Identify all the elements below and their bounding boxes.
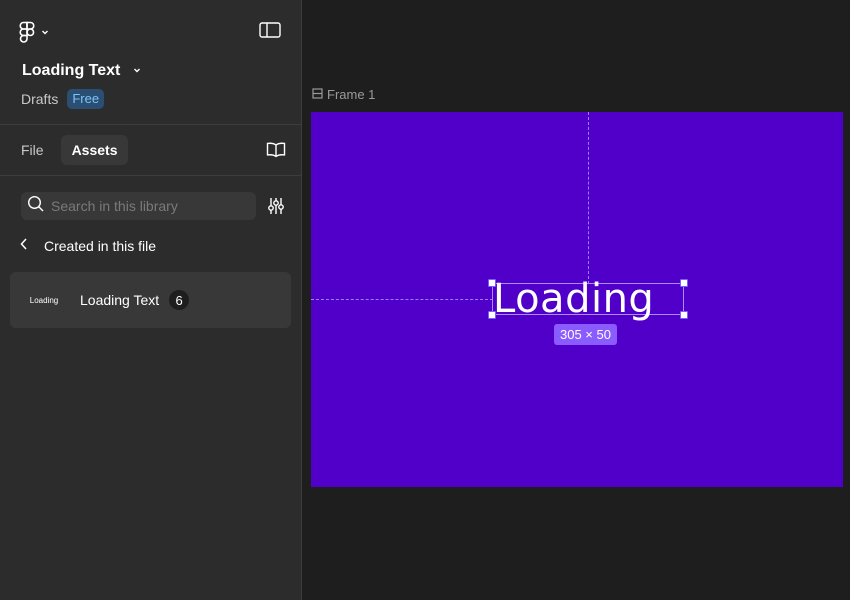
chevron-down-icon — [40, 27, 50, 37]
resize-handle-bottom-right[interactable] — [680, 311, 688, 319]
drafts-link[interactable]: Drafts — [21, 91, 58, 107]
frame-label[interactable]: Frame 1 — [312, 85, 375, 103]
frame-label-text: Frame 1 — [327, 86, 376, 102]
chevron-down-icon — [132, 62, 142, 80]
search-input[interactable] — [51, 198, 251, 214]
back-button[interactable]: Created in this file — [18, 235, 156, 257]
sidebar-tabs: File Assets — [10, 135, 129, 165]
component-list-item[interactable]: Loading Loading Text 6 — [10, 272, 291, 328]
search-icon — [27, 195, 45, 218]
canvas[interactable]: Frame 1 Loading 305 × 50 — [302, 0, 850, 600]
chevron-left-icon — [18, 237, 30, 256]
alignment-guide-vertical — [588, 112, 589, 284]
resize-handle-bottom-left[interactable] — [488, 311, 496, 319]
selected-text-layer[interactable]: Loading — [492, 277, 684, 321]
search-box — [21, 192, 256, 220]
figma-logo-icon — [18, 21, 36, 43]
tab-assets[interactable]: Assets — [60, 135, 129, 165]
file-title: Loading Text — [22, 62, 121, 79]
loading-text: Loading — [493, 276, 655, 322]
file-title-button[interactable]: Loading Text — [22, 58, 142, 84]
filter-settings-icon[interactable] — [266, 196, 286, 216]
component-thumbnail: Loading — [29, 295, 59, 305]
frame-1[interactable]: Loading 305 × 50 — [311, 112, 843, 487]
divider — [0, 124, 301, 125]
left-sidebar: Loading Text Drafts Free File Assets Cre… — [0, 0, 302, 600]
variant-count-badge: 6 — [169, 290, 190, 310]
main-menu-button[interactable] — [18, 18, 62, 46]
toggle-sidebar-icon[interactable] — [258, 20, 284, 42]
resize-handle-top-right[interactable] — [680, 279, 688, 287]
alignment-guide-horizontal — [311, 299, 493, 300]
divider — [0, 175, 301, 176]
dimensions-badge: 305 × 50 — [554, 324, 617, 345]
component-name: Loading Text — [80, 292, 160, 308]
file-meta: Drafts Free — [21, 88, 105, 110]
book-icon[interactable] — [265, 140, 287, 160]
sidebar-topbar — [0, 0, 301, 60]
resize-handle-top-left[interactable] — [488, 279, 496, 287]
plan-badge[interactable]: Free — [67, 89, 105, 109]
back-row-label: Created in this file — [44, 238, 157, 254]
frame-icon — [312, 87, 323, 102]
tab-file[interactable]: File — [10, 135, 55, 165]
